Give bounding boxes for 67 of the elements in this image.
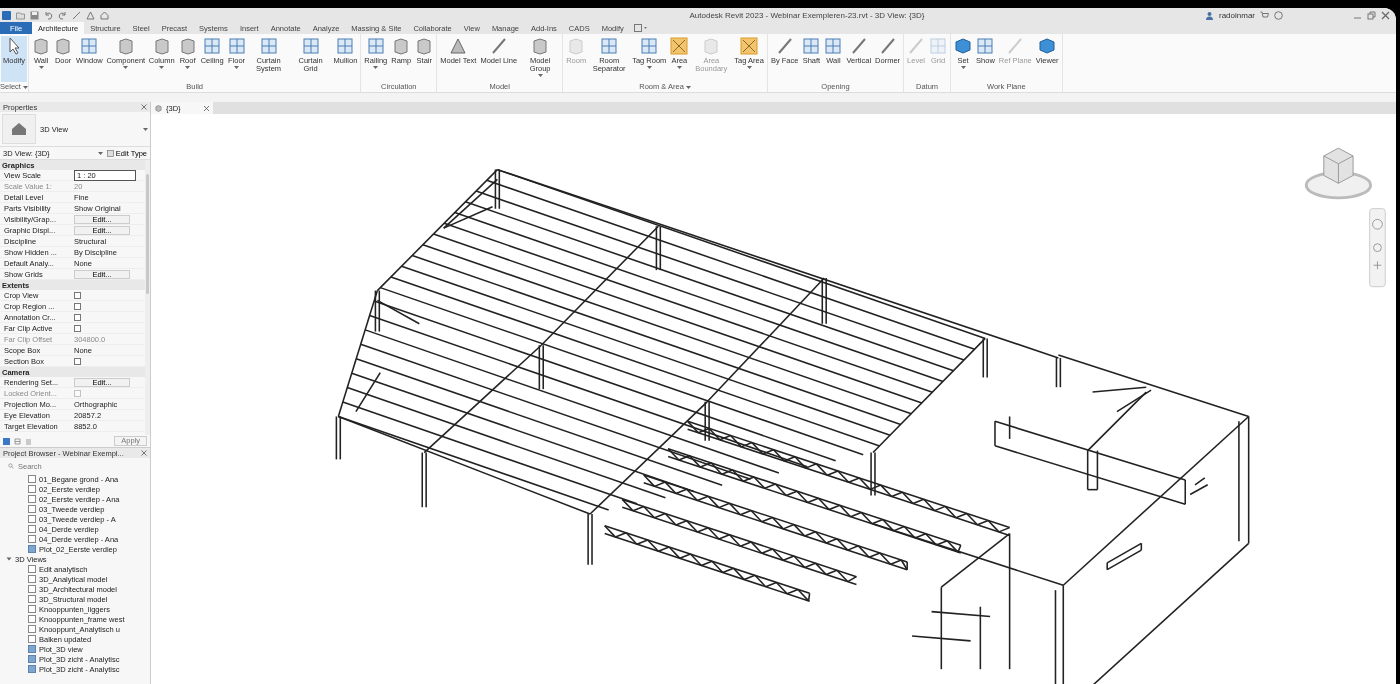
caret-icon[interactable]: [22, 85, 28, 89]
caret-icon[interactable]: [97, 151, 103, 155]
caret-icon: [373, 65, 379, 69]
house-icon: [11, 122, 27, 136]
triangle-icon: [449, 37, 468, 55]
caret-icon: [746, 65, 752, 69]
undo-icon[interactable]: [44, 10, 53, 20]
help-icon[interactable]: [1274, 10, 1283, 20]
slanted-line-icon: [849, 37, 868, 55]
slanted-line-icon: [907, 37, 926, 55]
slanted-line-icon: [775, 37, 794, 55]
expanded-caret-icon[interactable]: [6, 556, 12, 562]
redo-icon[interactable]: [58, 10, 67, 20]
block-icon: [567, 37, 586, 55]
panel-toggle-icon[interactable]: [633, 24, 648, 32]
block-icon: [415, 37, 434, 55]
house-icon[interactable]: [100, 10, 109, 20]
caret-icon: [537, 73, 543, 77]
folder-icon[interactable]: [16, 10, 25, 20]
view-cube-drawing[interactable]: [1304, 147, 1373, 200]
close-icon[interactable]: [1381, 10, 1390, 20]
caret-icon: [185, 65, 191, 69]
person-icon[interactable]: [1205, 10, 1214, 20]
cube-icon: [155, 104, 162, 112]
caret-icon: [159, 65, 165, 69]
slanted-line-icon: [878, 37, 897, 55]
table-icon: [106, 149, 114, 157]
close-icon[interactable]: [141, 104, 147, 110]
search-icon: [8, 463, 14, 469]
checkbox[interactable]: [74, 302, 81, 310]
cube-icon: [1038, 37, 1057, 55]
crossed-square-icon: [670, 37, 689, 55]
close-icon[interactable]: [204, 105, 209, 111]
block-icon: [178, 37, 197, 55]
caret-icon: [123, 65, 129, 69]
slanted-line-icon: [1006, 37, 1025, 55]
block-icon: [32, 37, 51, 55]
checkbox[interactable]: [74, 313, 81, 321]
restore-icon[interactable]: [1367, 10, 1376, 20]
navigation-bar[interactable]: [1369, 208, 1386, 288]
checkbox[interactable]: [74, 291, 81, 299]
checkbox[interactable]: [74, 357, 81, 365]
scrollbar[interactable]: [145, 160, 150, 435]
caret-icon: [960, 65, 966, 69]
caret-icon: [38, 65, 44, 69]
close-icon[interactable]: [141, 450, 147, 456]
block-icon: [702, 37, 721, 55]
cube-icon: [954, 37, 973, 55]
crossed-square-icon: [740, 37, 759, 55]
caret-icon[interactable]: [143, 127, 148, 131]
measure-icon[interactable]: [72, 10, 81, 20]
block-icon: [531, 37, 550, 55]
user-name[interactable]: radoinmar: [1219, 10, 1255, 20]
caret-icon: [646, 65, 652, 69]
cart-icon[interactable]: [1260, 10, 1269, 20]
checkbox[interactable]: [74, 324, 81, 332]
save-icon[interactable]: [30, 10, 39, 20]
block-icon: [116, 37, 135, 55]
block-icon: [54, 37, 73, 55]
app-logo-icon[interactable]: [2, 10, 11, 20]
window-title: Autodesk Revit 2023 - Webinar Exempleren-23.rvt - 3D View: {3D}: [688, 10, 926, 20]
block-icon: [152, 37, 171, 55]
slanted-line-icon: [489, 37, 508, 55]
caret-icon: [234, 65, 240, 69]
caret-icon: [676, 65, 682, 69]
caret-icon[interactable]: [685, 85, 691, 89]
block-icon: [392, 37, 411, 55]
